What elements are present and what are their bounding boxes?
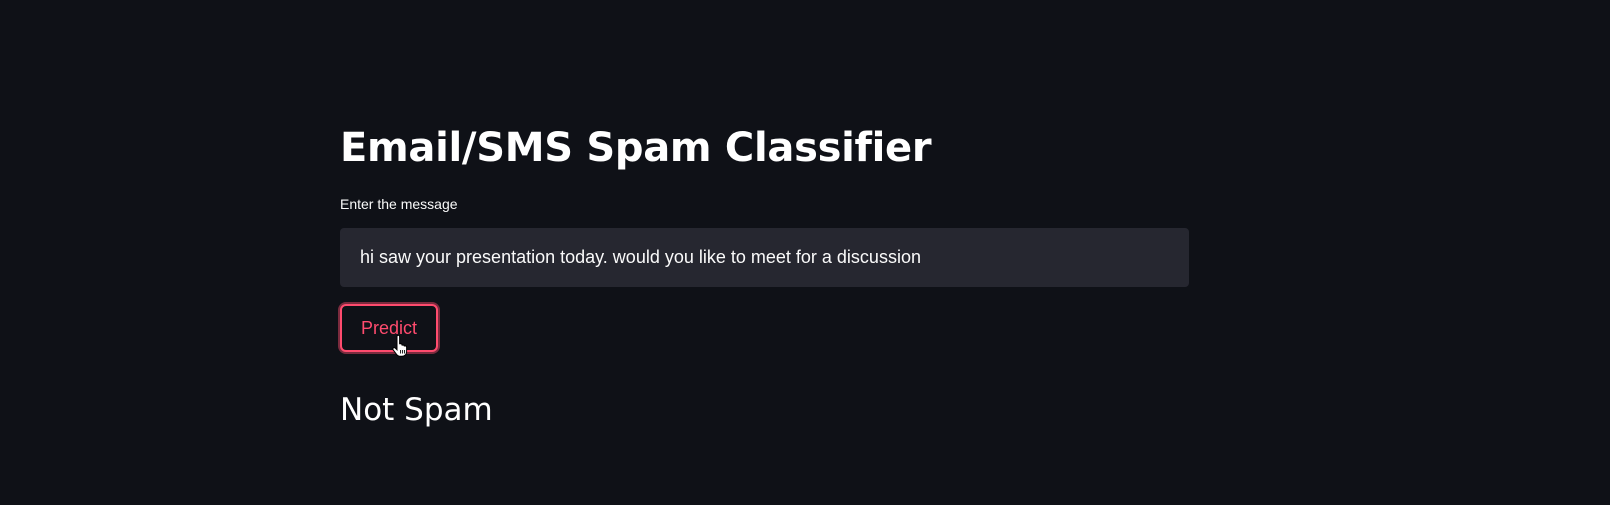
- page-title: Email/SMS Spam Classifier: [340, 125, 932, 171]
- message-label: Enter the message: [340, 196, 458, 212]
- predict-button-label: Predict: [360, 317, 418, 338]
- app-container: Email/SMS Spam Classifier Enter the mess…: [0, 0, 1610, 505]
- predict-button[interactable]: Predict: [340, 304, 438, 357]
- hand-pointer-icon: [392, 335, 408, 357]
- message-input-container[interactable]: [340, 228, 1189, 287]
- prediction-result: Not Spam: [340, 392, 493, 428]
- main-content: Email/SMS Spam Classifier Enter the mess…: [340, 118, 1190, 430]
- message-input[interactable]: [341, 229, 1188, 286]
